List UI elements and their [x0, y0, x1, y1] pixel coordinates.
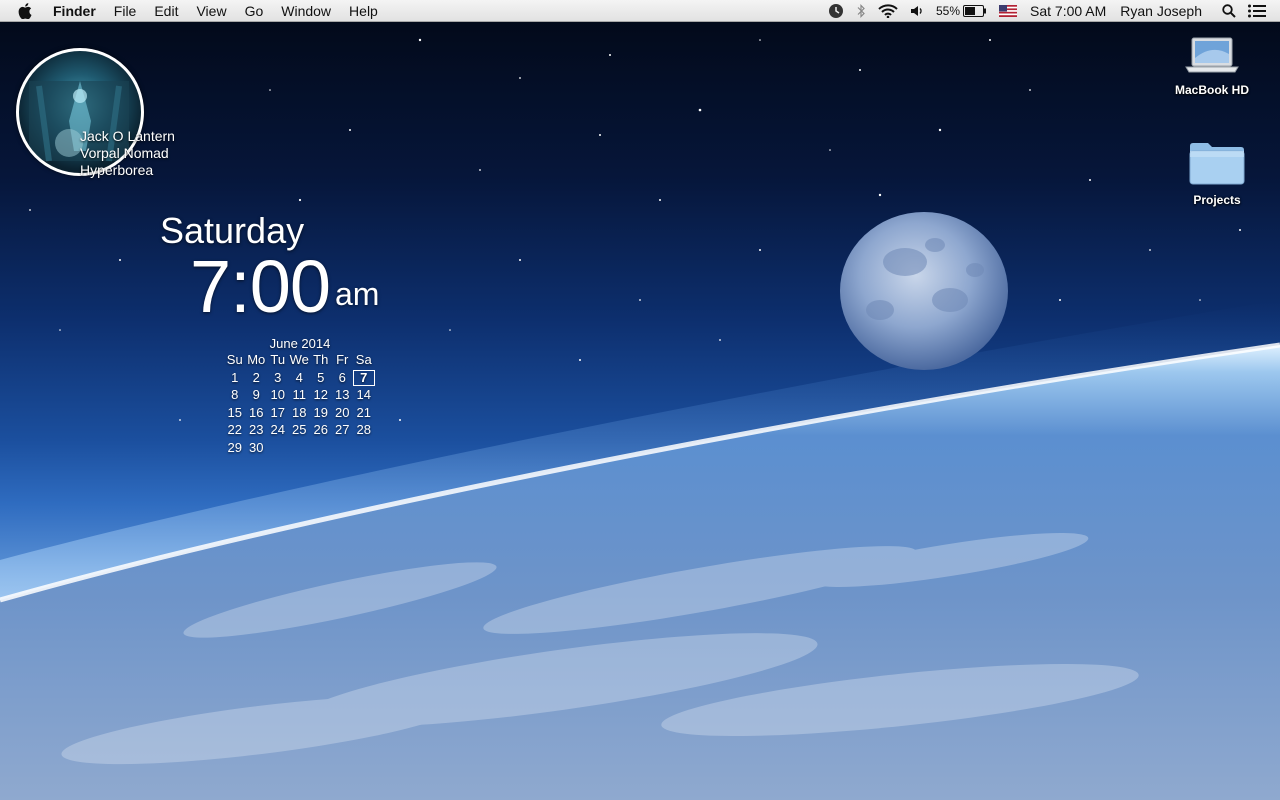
calendar-day: 17: [270, 404, 285, 420]
calendar-weekday: Sa: [355, 352, 372, 367]
notification-center-icon[interactable]: [1242, 0, 1280, 22]
menu-view[interactable]: View: [187, 0, 235, 22]
calendar-weekday: Tu: [270, 352, 286, 367]
wifi-icon[interactable]: [872, 0, 904, 22]
spotlight-search-icon[interactable]: [1216, 0, 1242, 22]
time-machine-icon[interactable]: [822, 0, 850, 22]
apple-menu-icon[interactable]: [0, 2, 44, 19]
menu-help[interactable]: Help: [340, 0, 387, 22]
calendar-title: June 2014: [269, 336, 331, 351]
track-album: Hyperborea: [80, 162, 154, 178]
calendar-day: 3: [274, 369, 282, 385]
clock-time: 7:00: [190, 245, 331, 328]
calendar-day: 11: [292, 387, 307, 402]
menubar-clock[interactable]: Sat 7:00 AM: [1023, 3, 1113, 19]
calendar-day-today: 7: [353, 369, 375, 386]
calendar-day: 22: [227, 422, 242, 437]
calendar-day: 13: [335, 387, 350, 402]
folder-icon: [1167, 140, 1267, 189]
calendar-weekday: We: [289, 352, 309, 367]
calendar-day: 18: [292, 404, 307, 420]
battery-icon[interactable]: [963, 0, 993, 22]
calendar-day: 26: [313, 422, 328, 437]
moon-image: [840, 212, 1008, 370]
calendar-day: 30: [249, 439, 264, 455]
desktop-icon-label: MacBook HD: [1174, 83, 1249, 97]
calendar-day: 2: [252, 369, 260, 385]
calendar-day: 25: [292, 422, 307, 437]
calendar-day: 12: [313, 387, 328, 402]
us-flag-icon[interactable]: [993, 0, 1023, 22]
now-playing-widget: Jack O Lantern Vorpal Nomad Hyperborea: [16, 48, 216, 188]
desktop-icon-macbook-hd[interactable]: MacBook HD: [1162, 36, 1262, 97]
calendar-weekday: Mo: [247, 352, 266, 367]
calendar-day: 16: [249, 404, 264, 420]
calendar-day: 29: [227, 439, 242, 455]
calendar-weekday: Fr: [336, 352, 349, 367]
track-info: Jack O Lantern Vorpal Nomad Hyperborea: [80, 128, 175, 179]
bluetooth-icon[interactable]: [850, 0, 872, 22]
calendar-day: 28: [356, 422, 371, 437]
calendar-day: 5: [317, 369, 325, 385]
calendar-grid: Su Mo Tu We Th Fr Sa 1 2 3 4 5 6 7 8 9 10 11 12 13 14 15 16 17 1…: [224, 352, 376, 456]
calendar-day: 1: [231, 369, 239, 385]
calendar-widget: June 2014 Su Mo Tu We Th Fr Sa 1 2 3 4 5 6 7 8 9 10 11 12 1…: [224, 336, 376, 456]
calendar-day: 24: [270, 422, 285, 437]
menu-bar: Finder File Edit View Go Window Help 55%: [0, 0, 1280, 22]
track-artist: Vorpal Nomad: [80, 145, 169, 161]
calendar-day: 14: [356, 387, 371, 402]
calendar-weekday: Th: [313, 352, 329, 367]
track-title: Jack O Lantern: [80, 128, 175, 144]
calendar-day: 6: [338, 369, 346, 385]
menu-file[interactable]: File: [105, 0, 146, 22]
desktop-icon-label: Projects: [1193, 193, 1241, 207]
menu-go[interactable]: Go: [236, 0, 273, 22]
menu-window[interactable]: Window: [272, 0, 340, 22]
calendar-day: 10: [270, 387, 285, 402]
calendar-day: 15: [227, 404, 242, 420]
calendar-weekday: Su: [226, 352, 243, 367]
calendar-day: 23: [249, 422, 264, 437]
calendar-day: 4: [295, 369, 303, 385]
status-menus: 55% Sat 7:00 AM Ryan Joseph: [822, 0, 1280, 22]
user-name[interactable]: Ryan Joseph: [1113, 3, 1216, 19]
menu-edit[interactable]: Edit: [145, 0, 187, 22]
calendar-day: 9: [252, 387, 260, 402]
calendar-day: 20: [335, 404, 350, 420]
desktop-icon-projects[interactable]: Projects: [1167, 140, 1267, 207]
battery-percentage[interactable]: 55%: [930, 4, 963, 18]
calendar-day: 27: [335, 422, 350, 437]
clock-ampm: am: [335, 276, 380, 312]
calendar-day: 19: [313, 404, 328, 420]
volume-icon[interactable]: [904, 0, 930, 22]
calendar-day: 8: [231, 387, 239, 402]
menu-app-finder[interactable]: Finder: [44, 0, 105, 22]
laptop-drive-icon: [1162, 36, 1262, 79]
calendar-day: 21: [356, 404, 371, 420]
